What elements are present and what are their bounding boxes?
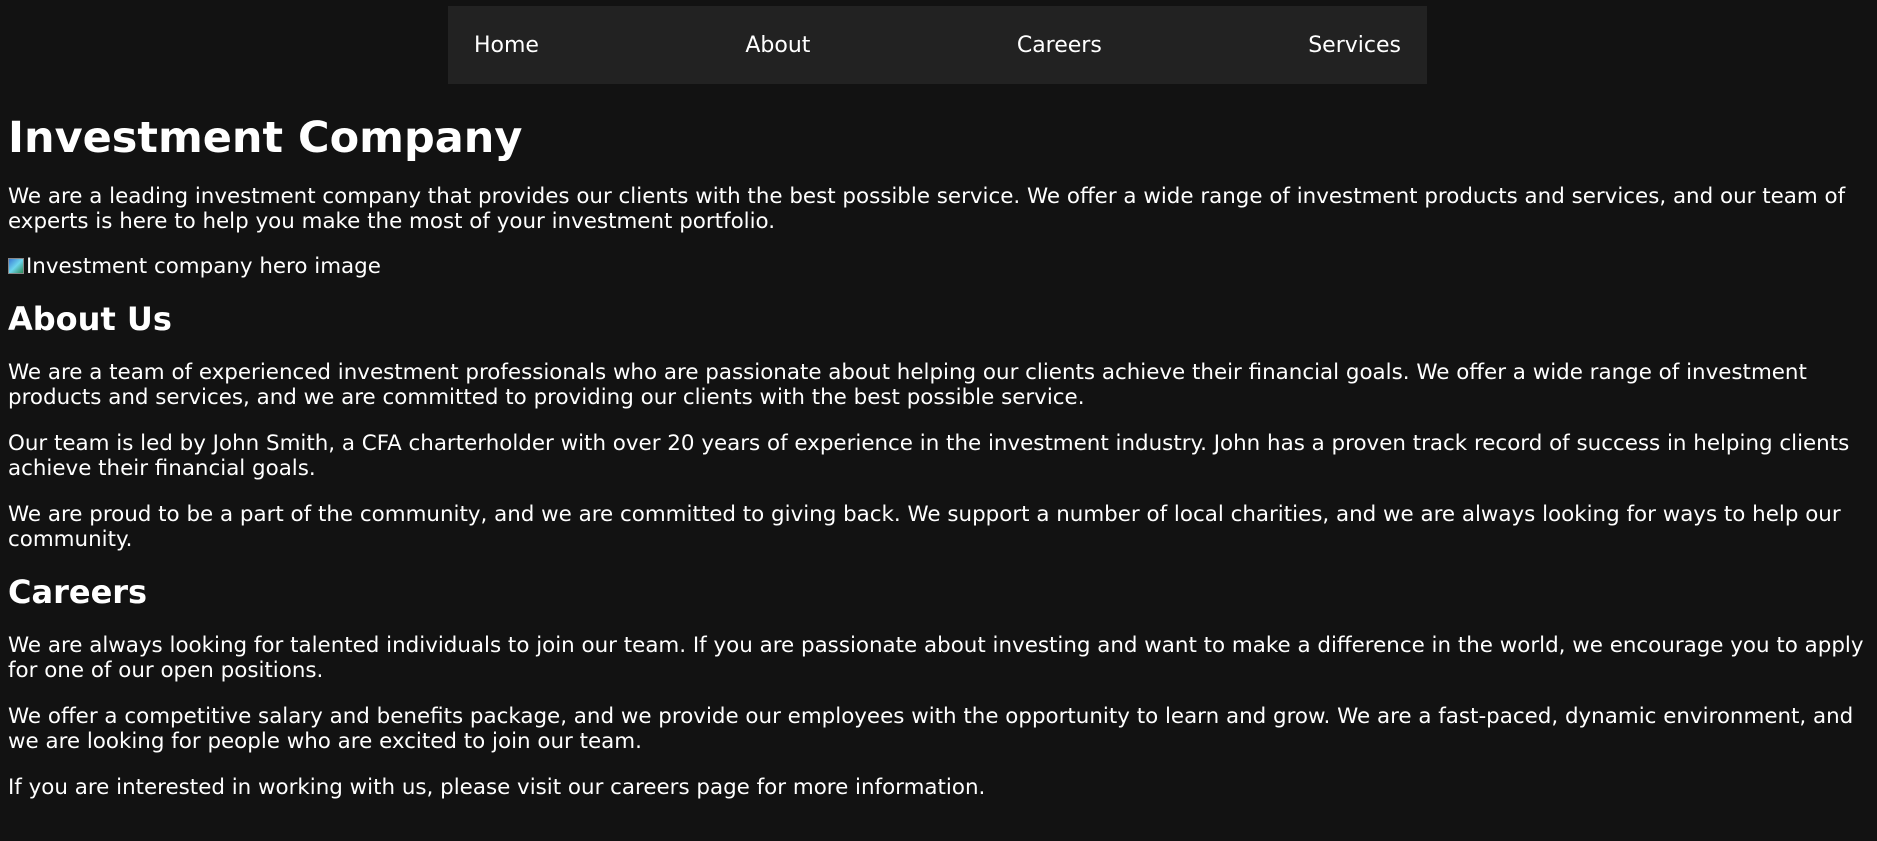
broken-image-icon [8, 258, 24, 274]
careers-paragraph-2: We offer a competitive salary and benefi… [8, 704, 1854, 754]
intro-paragraph: We are a leading investment company that… [8, 184, 1846, 234]
nav-link-home[interactable]: Home [474, 33, 539, 58]
nav-link-careers[interactable]: Careers [1017, 33, 1102, 58]
careers-paragraph-3: If you are interested in working with us… [8, 775, 986, 800]
careers-heading: Careers [8, 573, 148, 611]
about-paragraph-2: Our team is led by John Smith, a CFA cha… [8, 431, 1850, 481]
hero-image-alt-text: Investment company hero image [26, 253, 381, 279]
nav-link-services[interactable]: Services [1308, 33, 1401, 58]
hero-image: Investment company hero image [8, 253, 1869, 279]
about-heading: About Us [8, 300, 172, 338]
about-paragraph-1: We are a team of experienced investment … [8, 360, 1807, 410]
careers-paragraph-1: We are always looking for talented indiv… [8, 633, 1864, 683]
about-paragraph-3: We are proud to be a part of the communi… [8, 502, 1841, 552]
nav-link-about[interactable]: About [745, 33, 810, 58]
page-title: Investment Company [8, 113, 523, 163]
main-nav: Home About Careers Services [448, 6, 1427, 84]
